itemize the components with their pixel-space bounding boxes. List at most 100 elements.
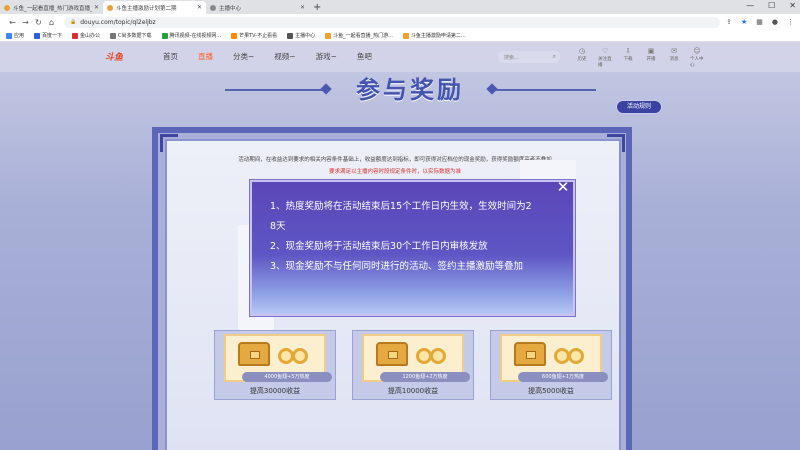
browser-tab-active[interactable]: 斗鱼主播激励计划第二期 ✕	[103, 1, 206, 14]
history-icon: ◷	[578, 47, 586, 55]
follow-label: 关注直播	[598, 57, 612, 68]
bookmark-star-icon[interactable]: ★	[741, 18, 747, 26]
reload-button[interactable]: ↻	[32, 18, 45, 27]
bookmark-item[interactable]: 腾讯视频-在线视频网...	[161, 32, 222, 39]
bookmark-item[interactable]: 百度一下	[34, 32, 62, 39]
apps-icon	[6, 32, 12, 39]
board-corner	[160, 134, 178, 152]
modal-rule-line: 1、热度奖励将在活动结束后15个工作日内生效，生效时间为2	[270, 201, 532, 212]
broadcast-label: 开播	[646, 57, 656, 62]
nav-video[interactable]: 视频~	[274, 51, 295, 62]
profile-label: 个人中心	[690, 57, 704, 68]
reward-caption: 提高10000收益	[387, 387, 439, 395]
reward-card: 4000鱼翅+5万热度 提高30000收益	[214, 330, 336, 400]
extensions-icon[interactable]: ▦	[756, 18, 763, 26]
heading-divider-right	[496, 89, 596, 91]
window-controls: — ☐ ✕	[746, 0, 796, 12]
address-bar-row: ← → ↻ ⌂ 🔒 douyu.com/topic/ql2eljbz ⇪ ★ ▦…	[0, 14, 800, 30]
forward-button[interactable]: →	[19, 18, 32, 27]
profile-icon[interactable]: ●	[772, 18, 778, 26]
menu-icon[interactable]: ⋮	[787, 18, 794, 26]
reward-caption: 提高30000收益	[249, 387, 301, 395]
treasure-chest-icon	[238, 342, 270, 366]
browser-actions: ⇪ ★ ▦ ● ⋮	[726, 18, 794, 26]
bookmark-label: 百度一下	[42, 33, 63, 39]
profile-button[interactable]: ☺ 个人中心	[690, 47, 704, 68]
user-icon: ☺	[693, 47, 701, 55]
share-icon[interactable]: ⇪	[726, 18, 732, 26]
bookmark-item[interactable]: 芒果TV-不止看看	[231, 32, 277, 39]
download-button[interactable]: ⇩ 下载	[621, 47, 635, 68]
tab-title: 斗鱼_一起看直播_热门游戏直播_斗鱼	[13, 5, 92, 12]
bookmarks-bar: 应用 百度一下 金山办公 C尚多数据下载 腾讯视频-在线视频网... 芒果TV-…	[0, 30, 800, 42]
download-label: 下载	[623, 57, 633, 62]
mango-tv-icon	[231, 32, 238, 39]
modal-close-button[interactable]: ✕	[556, 180, 570, 195]
message-label: 消息	[669, 57, 679, 62]
download-icon: ⇩	[625, 47, 631, 55]
reward-card: 600鱼翅+1万热度 提高5000收益	[490, 330, 612, 400]
douyu-logo[interactable]: 斗鱼	[105, 50, 140, 64]
coin-icon	[292, 348, 308, 364]
bookmark-item[interactable]: 主播中心	[287, 32, 315, 39]
modal-rule-line: 8天	[270, 221, 286, 232]
message-icon: ✉	[671, 47, 677, 55]
bookmark-label: 应用	[14, 33, 25, 39]
bookmark-label: 腾讯视频-在线视频网...	[169, 33, 222, 39]
history-button[interactable]: ◷ 历史	[575, 47, 589, 68]
tab-close-icon[interactable]: ✕	[300, 4, 305, 11]
history-label: 历史	[577, 57, 587, 62]
bookmark-item[interactable]: 金山办公	[72, 32, 100, 39]
follow-icon: ♡	[601, 47, 609, 55]
modal-rule-line: 2、现金奖励将于活动结束后30个工作日内审核发放	[270, 241, 488, 252]
broadcast-icon: ▣	[647, 47, 655, 55]
bookmark-label: 金山办公	[80, 33, 101, 39]
bookmark-label: 斗鱼主播激励申请第二...	[410, 33, 466, 39]
reward-gift-panel: 600鱼翅+1万热度	[500, 334, 608, 382]
follow-button[interactable]: ♡ 关注直播	[598, 47, 612, 68]
bookmark-item[interactable]: 斗鱼主播激励申请第二...	[402, 32, 466, 39]
search-placeholder: 搜索...	[504, 55, 519, 61]
site-nav: 首页 直播 分类~ 视频~ 游戏~ 鱼吧	[163, 51, 372, 62]
tab-close-icon[interactable]: ✕	[94, 4, 99, 11]
tab-title: 斗鱼主播激励计划第二期	[116, 5, 177, 12]
home-button[interactable]: ⌂	[45, 18, 58, 27]
site-search-input[interactable]: 搜索... ⌕	[498, 51, 560, 63]
url-input[interactable]: 🔒 douyu.com/topic/ql2eljbz	[64, 16, 721, 28]
broadcast-button[interactable]: ▣ 开播	[644, 47, 658, 68]
nav-home[interactable]: 首页	[163, 51, 178, 62]
wps-icon	[72, 32, 79, 39]
site-header: 斗鱼 首页 直播 分类~ 视频~ 游戏~ 鱼吧 搜索... ⌕ ◷ 历史 ♡ 关注直…	[0, 42, 800, 72]
reward-amount: 600鱼翅+1万热度	[518, 372, 608, 382]
minimize-button[interactable]: —	[746, 0, 754, 12]
reward-amount: 4000鱼翅+5万热度	[242, 372, 332, 382]
reward-gift-panel: 4000鱼翅+5万热度	[224, 334, 332, 382]
nav-live[interactable]: 直播	[198, 51, 213, 62]
nav-category[interactable]: 分类~	[233, 51, 254, 62]
bookmark-item[interactable]: 斗鱼_一起看直播_热门游...	[325, 32, 393, 39]
tab-close-icon[interactable]: ✕	[197, 4, 202, 11]
bookmark-item[interactable]: 应用	[6, 32, 24, 39]
coins-icon	[554, 348, 590, 364]
reward-caption: 提高5000收益	[528, 387, 574, 395]
maximize-button[interactable]: ☐	[768, 0, 775, 12]
heading-diamond-left	[320, 83, 332, 95]
close-window-button[interactable]: ✕	[789, 0, 796, 12]
lock-icon: 🔒	[70, 19, 77, 25]
message-button[interactable]: ✉ 消息	[667, 47, 681, 68]
nav-fishbar[interactable]: 鱼吧	[357, 51, 372, 62]
back-button[interactable]: ←	[6, 18, 19, 27]
browser-tab[interactable]: 主播中心 ✕	[206, 1, 309, 14]
nav-game[interactable]: 游戏~	[316, 51, 337, 62]
new-tab-button[interactable]: +	[313, 1, 321, 14]
coins-icon	[278, 348, 314, 364]
browser-tab-strip: 斗鱼_一起看直播_热门游戏直播_斗鱼 ✕ 斗鱼主播激励计划第二期 ✕ 主播中心 …	[0, 0, 800, 14]
board-corner	[607, 134, 625, 152]
activity-rules-button[interactable]: 活动规则	[616, 100, 662, 114]
bookmark-label: 芒果TV-不止看看	[239, 33, 278, 39]
globe-icon	[287, 32, 294, 39]
bookmark-item[interactable]: C尚多数据下载	[110, 32, 152, 39]
search-icon[interactable]: ⌕	[553, 53, 556, 61]
browser-tab[interactable]: 斗鱼_一起看直播_热门游戏直播_斗鱼 ✕	[0, 1, 103, 14]
coin-icon	[568, 348, 584, 364]
